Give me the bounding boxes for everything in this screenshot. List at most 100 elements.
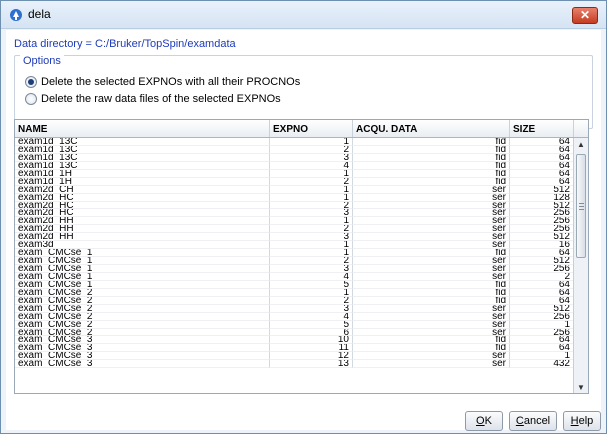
table-row[interactable]: exam_CMCse_1 2 ser 512 (15, 257, 575, 265)
cancel-label: ancel (523, 415, 551, 427)
cell-size: 256 (510, 265, 574, 273)
table-row[interactable]: exam2d_HC 3 ser 256 (15, 209, 575, 218)
cell-size: 128 (510, 193, 574, 202)
scrollbar-thumb[interactable] (576, 154, 586, 258)
cell-expno: 1 (270, 288, 353, 297)
table-row[interactable]: exam1d_13C 2 fid 64 (15, 145, 575, 154)
cell-expno: 3 (270, 304, 353, 313)
table-row[interactable]: exam1d_13C 3 fid 64 (15, 153, 575, 162)
table-row[interactable]: exam_CMCse_3 10 fid 64 (15, 336, 575, 345)
cell-name: exam1d_1H (15, 177, 270, 186)
cell-acqu-data: ser (353, 241, 510, 250)
table-body: exam1d_13C 1 fid 64 exam1d_13C 2 fid 64 exam1d_1… (15, 138, 575, 393)
cell-name: exam1d_13C (15, 161, 270, 170)
table-row[interactable]: exam1d_13C 4 fid 64 (15, 161, 575, 170)
cell-acqu-data: ser (353, 217, 510, 226)
cell-name: exam1d_13C (15, 153, 270, 162)
cell-expno: 1 (270, 241, 353, 250)
cell-acqu-data: ser (353, 201, 510, 210)
cell-size: 64 (510, 161, 574, 170)
cell-name: exam2d_HH (15, 217, 270, 226)
cell-size: 16 (510, 241, 574, 250)
table-row[interactable]: exam2d_HH 3 ser 512 (15, 233, 575, 242)
help-label: elp (578, 415, 594, 427)
table-row[interactable]: exam1d_13C 1 fid 64 (15, 138, 575, 146)
table-row[interactable]: exam2d_HH 1 ser 256 (15, 217, 575, 226)
table-row[interactable]: exam_CMCse_2 6 ser 256 (15, 328, 575, 337)
option-delete-expnos[interactable]: Delete the selected EXPNOs with all thei… (25, 76, 300, 88)
cell-name: exam_CMCse_2 (15, 328, 270, 337)
radio-delete-raw-data[interactable] (25, 93, 37, 105)
cell-name: exam_CMCse_2 (15, 304, 270, 313)
table-row[interactable]: exam2d_HC 1 ser 128 (15, 193, 575, 202)
cell-size: 2 (510, 272, 574, 281)
column-header-acqu-data[interactable]: ACQU. DATA (353, 120, 510, 137)
radio-delete-expnos[interactable] (25, 76, 37, 88)
cell-acqu-data: fid (353, 296, 510, 305)
scroll-up-arrow-icon[interactable]: ▲ (574, 138, 588, 152)
cell-expno: 2 (270, 145, 353, 154)
table-row[interactable]: exam3d 1 ser 16 (15, 241, 575, 250)
cell-name: exam_CMCse_1 (15, 272, 270, 281)
cell-name: exam_CMCse_2 (15, 296, 270, 305)
cell-size: 64 (510, 344, 574, 353)
cell-name: exam_CMCse_1 (15, 280, 270, 289)
cell-expno: 5 (270, 320, 353, 329)
cell-name: exam_CMCse_2 (15, 288, 270, 297)
option-label: Delete the selected EXPNOs with all thei… (41, 76, 301, 88)
cell-size: 64 (510, 280, 574, 289)
table-row[interactable]: exam2d_CH 1 ser 512 (15, 185, 575, 194)
cell-acqu-data: fid (353, 169, 510, 178)
cell-expno: 1 (270, 193, 353, 202)
close-button[interactable]: ✕ (572, 7, 598, 24)
cell-name: exam2d_HH (15, 225, 270, 234)
cell-size: 64 (510, 145, 574, 154)
table-row[interactable]: exam1d_1H 1 fid 64 (15, 169, 575, 178)
cell-size: 512 (510, 185, 574, 194)
help-button[interactable]: Help (563, 411, 601, 431)
table-row[interactable]: exam2d_HC 2 ser 512 (15, 201, 575, 210)
table-row[interactable]: exam_CMCse_3 11 fid 64 (15, 344, 575, 353)
title-bar[interactable]: dela ✕ (1, 1, 606, 29)
scroll-down-arrow-icon[interactable]: ▼ (574, 381, 588, 393)
option-delete-raw-data[interactable]: Delete the raw data files of the selecte… (25, 93, 281, 105)
table-row[interactable]: exam2d_HH 2 ser 256 (15, 225, 575, 234)
ok-button[interactable]: OK (465, 411, 503, 431)
cancel-mnemonic: C (515, 415, 524, 427)
cell-name: exam2d_HC (15, 209, 270, 218)
table-row[interactable]: exam1d_1H 2 fid 64 (15, 177, 575, 186)
table-row[interactable]: exam_CMCse_1 4 ser 2 (15, 272, 575, 281)
table-row[interactable]: exam_CMCse_2 4 ser 256 (15, 312, 575, 321)
table-row[interactable]: exam_CMCse_1 5 fid 64 (15, 280, 575, 289)
cell-name: exam_CMCse_1 (15, 249, 270, 258)
cell-acqu-data: fid (353, 249, 510, 258)
cell-name: exam2d_HH (15, 233, 270, 242)
vertical-scrollbar[interactable]: ▲ ▼ (573, 138, 588, 393)
cell-size: 64 (510, 177, 574, 186)
cell-acqu-data: fid (353, 177, 510, 186)
cell-size: 64 (510, 296, 574, 305)
cell-name: exam_CMCse_2 (15, 320, 270, 329)
column-header-name[interactable]: NAME (15, 120, 270, 137)
cell-size: 1 (510, 320, 574, 329)
cell-size: 64 (510, 288, 574, 297)
table-row[interactable]: exam_CMCse_3 12 ser 1 (15, 352, 575, 361)
table-row[interactable]: exam_CMCse_2 1 fid 64 (15, 288, 575, 297)
cell-acqu-data: fid (353, 145, 510, 154)
cell-expno: 4 (270, 312, 353, 321)
cell-acqu-data: ser (353, 257, 510, 265)
table-row[interactable]: exam_CMCse_3 13 ser 432 (15, 360, 575, 369)
cancel-button[interactable]: Cancel (509, 411, 557, 431)
table-row[interactable]: exam_CMCse_2 2 fid 64 (15, 296, 575, 305)
column-header-expno[interactable]: EXPNO (270, 120, 353, 137)
table-row[interactable]: exam_CMCse_1 1 fid 64 (15, 249, 575, 258)
cell-acqu-data: fid (353, 138, 510, 146)
table-row[interactable]: exam_CMCse_2 3 ser 512 (15, 304, 575, 313)
cell-size: 64 (510, 249, 574, 258)
cell-expno: 4 (270, 272, 353, 281)
cell-name: exam_CMCse_2 (15, 312, 270, 321)
table-row[interactable]: exam_CMCse_2 5 ser 1 (15, 320, 575, 329)
cell-name: exam2d_CH (15, 185, 270, 194)
table-row[interactable]: exam_CMCse_1 3 ser 256 (15, 265, 575, 273)
column-header-size[interactable]: SIZE (510, 120, 574, 137)
